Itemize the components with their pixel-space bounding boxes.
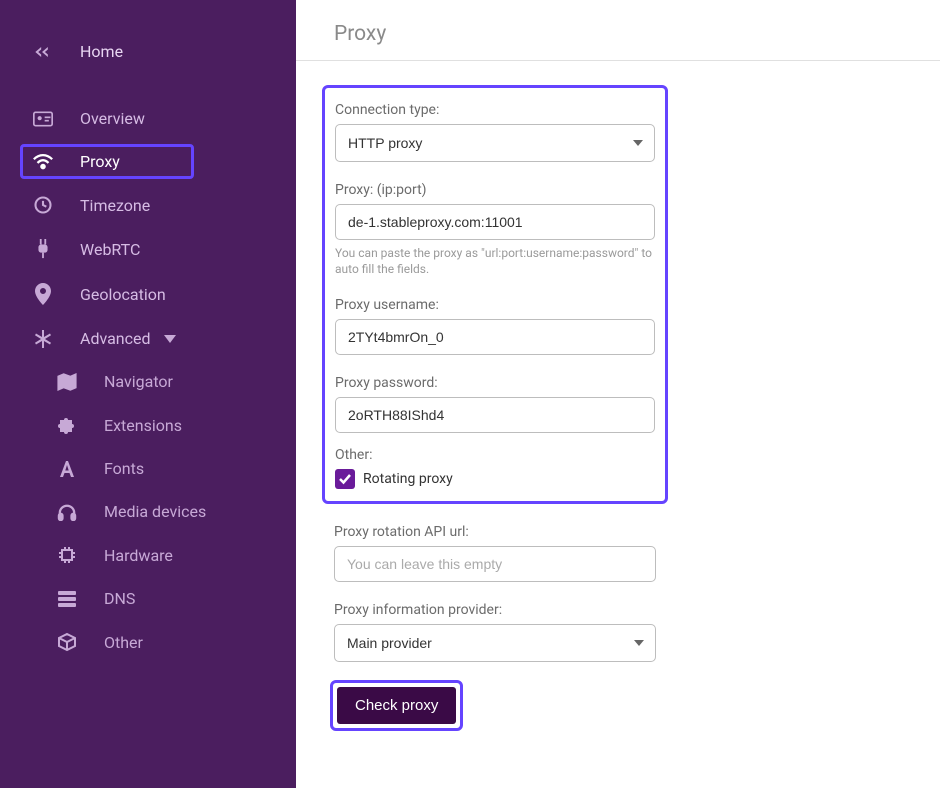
sidebar-item-overview[interactable]: Overview xyxy=(0,97,296,140)
sidebar: Home Overview Proxy Timezone WebRTC Geol… xyxy=(0,0,296,788)
nav-home[interactable]: Home xyxy=(0,30,296,73)
username-input[interactable] xyxy=(335,319,655,355)
server-icon xyxy=(56,590,78,608)
proxy-helper-text: You can paste the proxy as "url:port:use… xyxy=(335,246,655,277)
sidebar-item-label: Timezone xyxy=(80,196,150,215)
puzzle-icon xyxy=(56,415,78,435)
sidebar-sub-fonts[interactable]: Fonts xyxy=(0,447,296,490)
sidebar-item-advanced[interactable]: Advanced xyxy=(0,317,296,360)
sidebar-sub-extensions[interactable]: Extensions xyxy=(0,403,296,447)
proxy-label: Proxy: (ip:port) xyxy=(335,182,655,198)
cube-icon xyxy=(56,632,78,652)
map-icon xyxy=(56,373,78,391)
sidebar-sub-media-devices[interactable]: Media devices xyxy=(0,490,296,533)
rotating-proxy-checkbox[interactable] xyxy=(335,469,355,489)
page-title: Proxy xyxy=(296,0,940,61)
sidebar-item-geolocation[interactable]: Geolocation xyxy=(0,271,296,317)
sidebar-sub-label: Media devices xyxy=(104,502,206,521)
sidebar-item-webrtc[interactable]: WebRTC xyxy=(0,227,296,271)
main-panel: Proxy Connection type: HTTP proxy Proxy:… xyxy=(296,0,940,788)
sidebar-sub-label: Fonts xyxy=(104,459,144,478)
sidebar-item-timezone[interactable]: Timezone xyxy=(0,183,296,227)
sidebar-item-label: WebRTC xyxy=(80,240,140,259)
highlighted-settings: Connection type: HTTP proxy Proxy: (ip:p… xyxy=(322,85,668,504)
sidebar-sub-label: Hardware xyxy=(104,546,173,565)
proxy-form: Connection type: HTTP proxy Proxy: (ip:p… xyxy=(296,61,656,731)
sidebar-item-label: Overview xyxy=(80,109,145,128)
caret-down-icon xyxy=(159,335,181,343)
sidebar-item-label: Proxy xyxy=(80,152,120,171)
pin-icon xyxy=(32,283,54,305)
font-icon xyxy=(56,460,78,478)
sidebar-item-label: Geolocation xyxy=(80,285,166,304)
proxy-input[interactable] xyxy=(335,204,655,240)
sidebar-item-proxy[interactable]: Proxy xyxy=(0,140,296,183)
id-card-icon xyxy=(32,111,54,127)
sidebar-sub-hardware[interactable]: Hardware xyxy=(0,533,296,577)
connection-type-label: Connection type: xyxy=(335,102,655,118)
password-input[interactable] xyxy=(335,397,655,433)
sidebar-sub-label: Extensions xyxy=(104,416,182,435)
provider-select[interactable]: Main provider xyxy=(334,624,656,662)
rotation-url-input[interactable] xyxy=(334,546,656,582)
sidebar-sub-label: DNS xyxy=(104,589,135,608)
connection-type-select[interactable]: HTTP proxy xyxy=(335,124,655,162)
headphones-icon xyxy=(56,503,78,521)
username-label: Proxy username: xyxy=(335,297,655,313)
chip-icon xyxy=(56,545,78,565)
sidebar-sub-navigator[interactable]: Navigator xyxy=(0,360,296,403)
clock-icon xyxy=(32,195,54,215)
provider-label: Proxy information provider: xyxy=(334,602,656,618)
sidebar-sub-label: Other xyxy=(104,633,143,652)
sidebar-sub-label: Navigator xyxy=(104,372,173,391)
check-proxy-button[interactable]: Check proxy xyxy=(337,687,456,724)
plug-icon xyxy=(32,239,54,259)
rotating-proxy-label: Rotating proxy xyxy=(363,471,453,487)
sidebar-sub-dns[interactable]: DNS xyxy=(0,577,296,620)
password-label: Proxy password: xyxy=(335,375,655,391)
check-proxy-highlight: Check proxy xyxy=(330,680,463,731)
rotation-url-label: Proxy rotation API url: xyxy=(334,524,656,540)
wifi-icon xyxy=(32,153,54,171)
sidebar-sub-other[interactable]: Other xyxy=(0,620,296,664)
other-label: Other: xyxy=(335,447,655,463)
chevrons-left-icon xyxy=(32,44,54,60)
nav-home-label: Home xyxy=(80,42,123,61)
sidebar-item-label: Advanced xyxy=(80,329,151,348)
asterisk-icon xyxy=(32,330,54,348)
